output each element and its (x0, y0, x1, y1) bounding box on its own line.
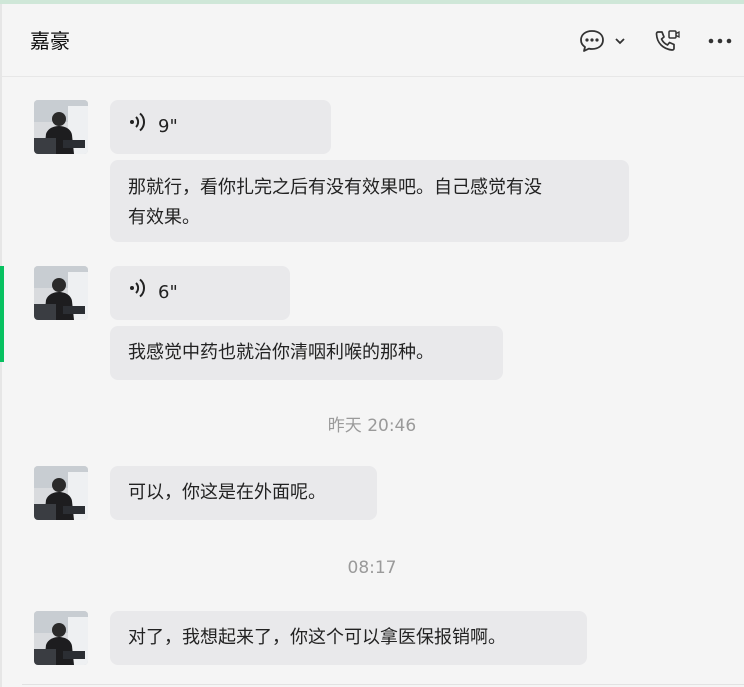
text-message[interactable]: 对了，我想起来了，你这个可以拿医保报销啊。 (110, 611, 587, 665)
avatar[interactable] (34, 100, 88, 154)
avatar[interactable] (34, 266, 88, 320)
voice-message[interactable]: 9" (110, 100, 331, 154)
avatar[interactable] (34, 611, 88, 665)
voice-wave-icon (128, 277, 148, 309)
text-message[interactable]: 可以，你这是在外面呢。 (110, 466, 377, 520)
voice-duration: 9" (158, 116, 178, 137)
avatar[interactable] (34, 466, 88, 520)
timestamp: 08:17 (347, 558, 397, 578)
voice-duration: 6" (158, 282, 178, 303)
more-dots-icon (707, 37, 733, 45)
chat-header: 嘉豪 (2, 4, 744, 77)
voice-message[interactable]: 6" (110, 266, 290, 320)
message-text: 可以，你这是在外面呢。 (128, 482, 326, 503)
message-text: 对了，我想起来了，你这个可以拿医保报销啊。 (128, 627, 506, 648)
call-button[interactable] (652, 26, 686, 56)
text-message[interactable]: 我感觉中药也就治你清咽利喉的那种。 (110, 326, 503, 380)
chat-bubble-icon (578, 28, 606, 54)
input-divider (22, 684, 744, 685)
message-text: 我感觉中药也就治你清咽利喉的那种。 (128, 342, 434, 363)
contact-name: 嘉豪 (30, 29, 70, 53)
voice-wave-icon (128, 111, 148, 143)
timestamp: 昨天 20:46 (327, 416, 417, 436)
message-text-line: 有效果。 (128, 207, 200, 228)
more-button[interactable] (707, 26, 741, 56)
selection-indicator (0, 266, 4, 362)
message-text-line: 那就行，看你扎完之后有没有效果吧。自己感觉有没 (128, 177, 542, 198)
chat-options-button[interactable] (578, 26, 636, 56)
chevron-down-icon (614, 37, 626, 45)
video-call-icon (652, 28, 680, 54)
text-message[interactable]: 那就行，看你扎完之后有没有效果吧。自己感觉有没 有效果。 (110, 160, 629, 242)
